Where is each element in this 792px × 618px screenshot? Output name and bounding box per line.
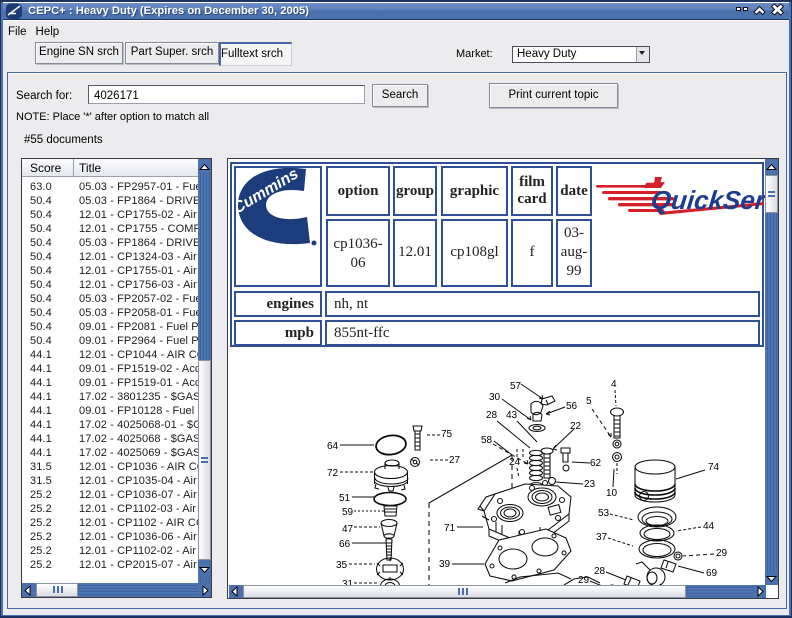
svg-text:37: 37	[596, 532, 608, 543]
svg-text:22: 22	[570, 421, 582, 432]
svg-text:62: 62	[590, 458, 602, 469]
svg-text:31: 31	[342, 579, 354, 585]
svg-text:28: 28	[486, 410, 498, 421]
svg-text:5: 5	[586, 396, 592, 407]
svg-text:58: 58	[481, 435, 493, 446]
svg-text:64: 64	[327, 441, 339, 452]
svg-text:29: 29	[578, 575, 590, 585]
svg-text:27: 27	[449, 455, 461, 466]
svg-text:44: 44	[703, 521, 715, 532]
svg-text:72: 72	[327, 468, 339, 479]
svg-text:57: 57	[510, 381, 522, 392]
svg-text:39: 39	[439, 559, 451, 570]
svg-text:59: 59	[342, 507, 354, 518]
svg-text:53: 53	[598, 508, 610, 519]
svg-text:69: 69	[706, 568, 718, 579]
svg-text:29: 29	[716, 548, 728, 559]
svg-text:43: 43	[506, 410, 518, 421]
svg-text:10: 10	[606, 488, 618, 499]
svg-text:56: 56	[566, 401, 578, 412]
svg-text:66: 66	[339, 539, 351, 550]
svg-text:74: 74	[708, 462, 720, 473]
svg-text:75: 75	[441, 429, 453, 440]
svg-text:71: 71	[444, 523, 456, 534]
svg-text:30: 30	[489, 392, 501, 403]
svg-text:23: 23	[584, 479, 596, 490]
svg-text:QuickServe: QuickServe	[649, 185, 765, 215]
svg-text:47: 47	[342, 524, 354, 535]
svg-text:4: 4	[611, 379, 617, 390]
svg-text:28: 28	[594, 566, 606, 577]
svg-text:35: 35	[336, 560, 348, 571]
svg-text:51: 51	[339, 493, 351, 504]
